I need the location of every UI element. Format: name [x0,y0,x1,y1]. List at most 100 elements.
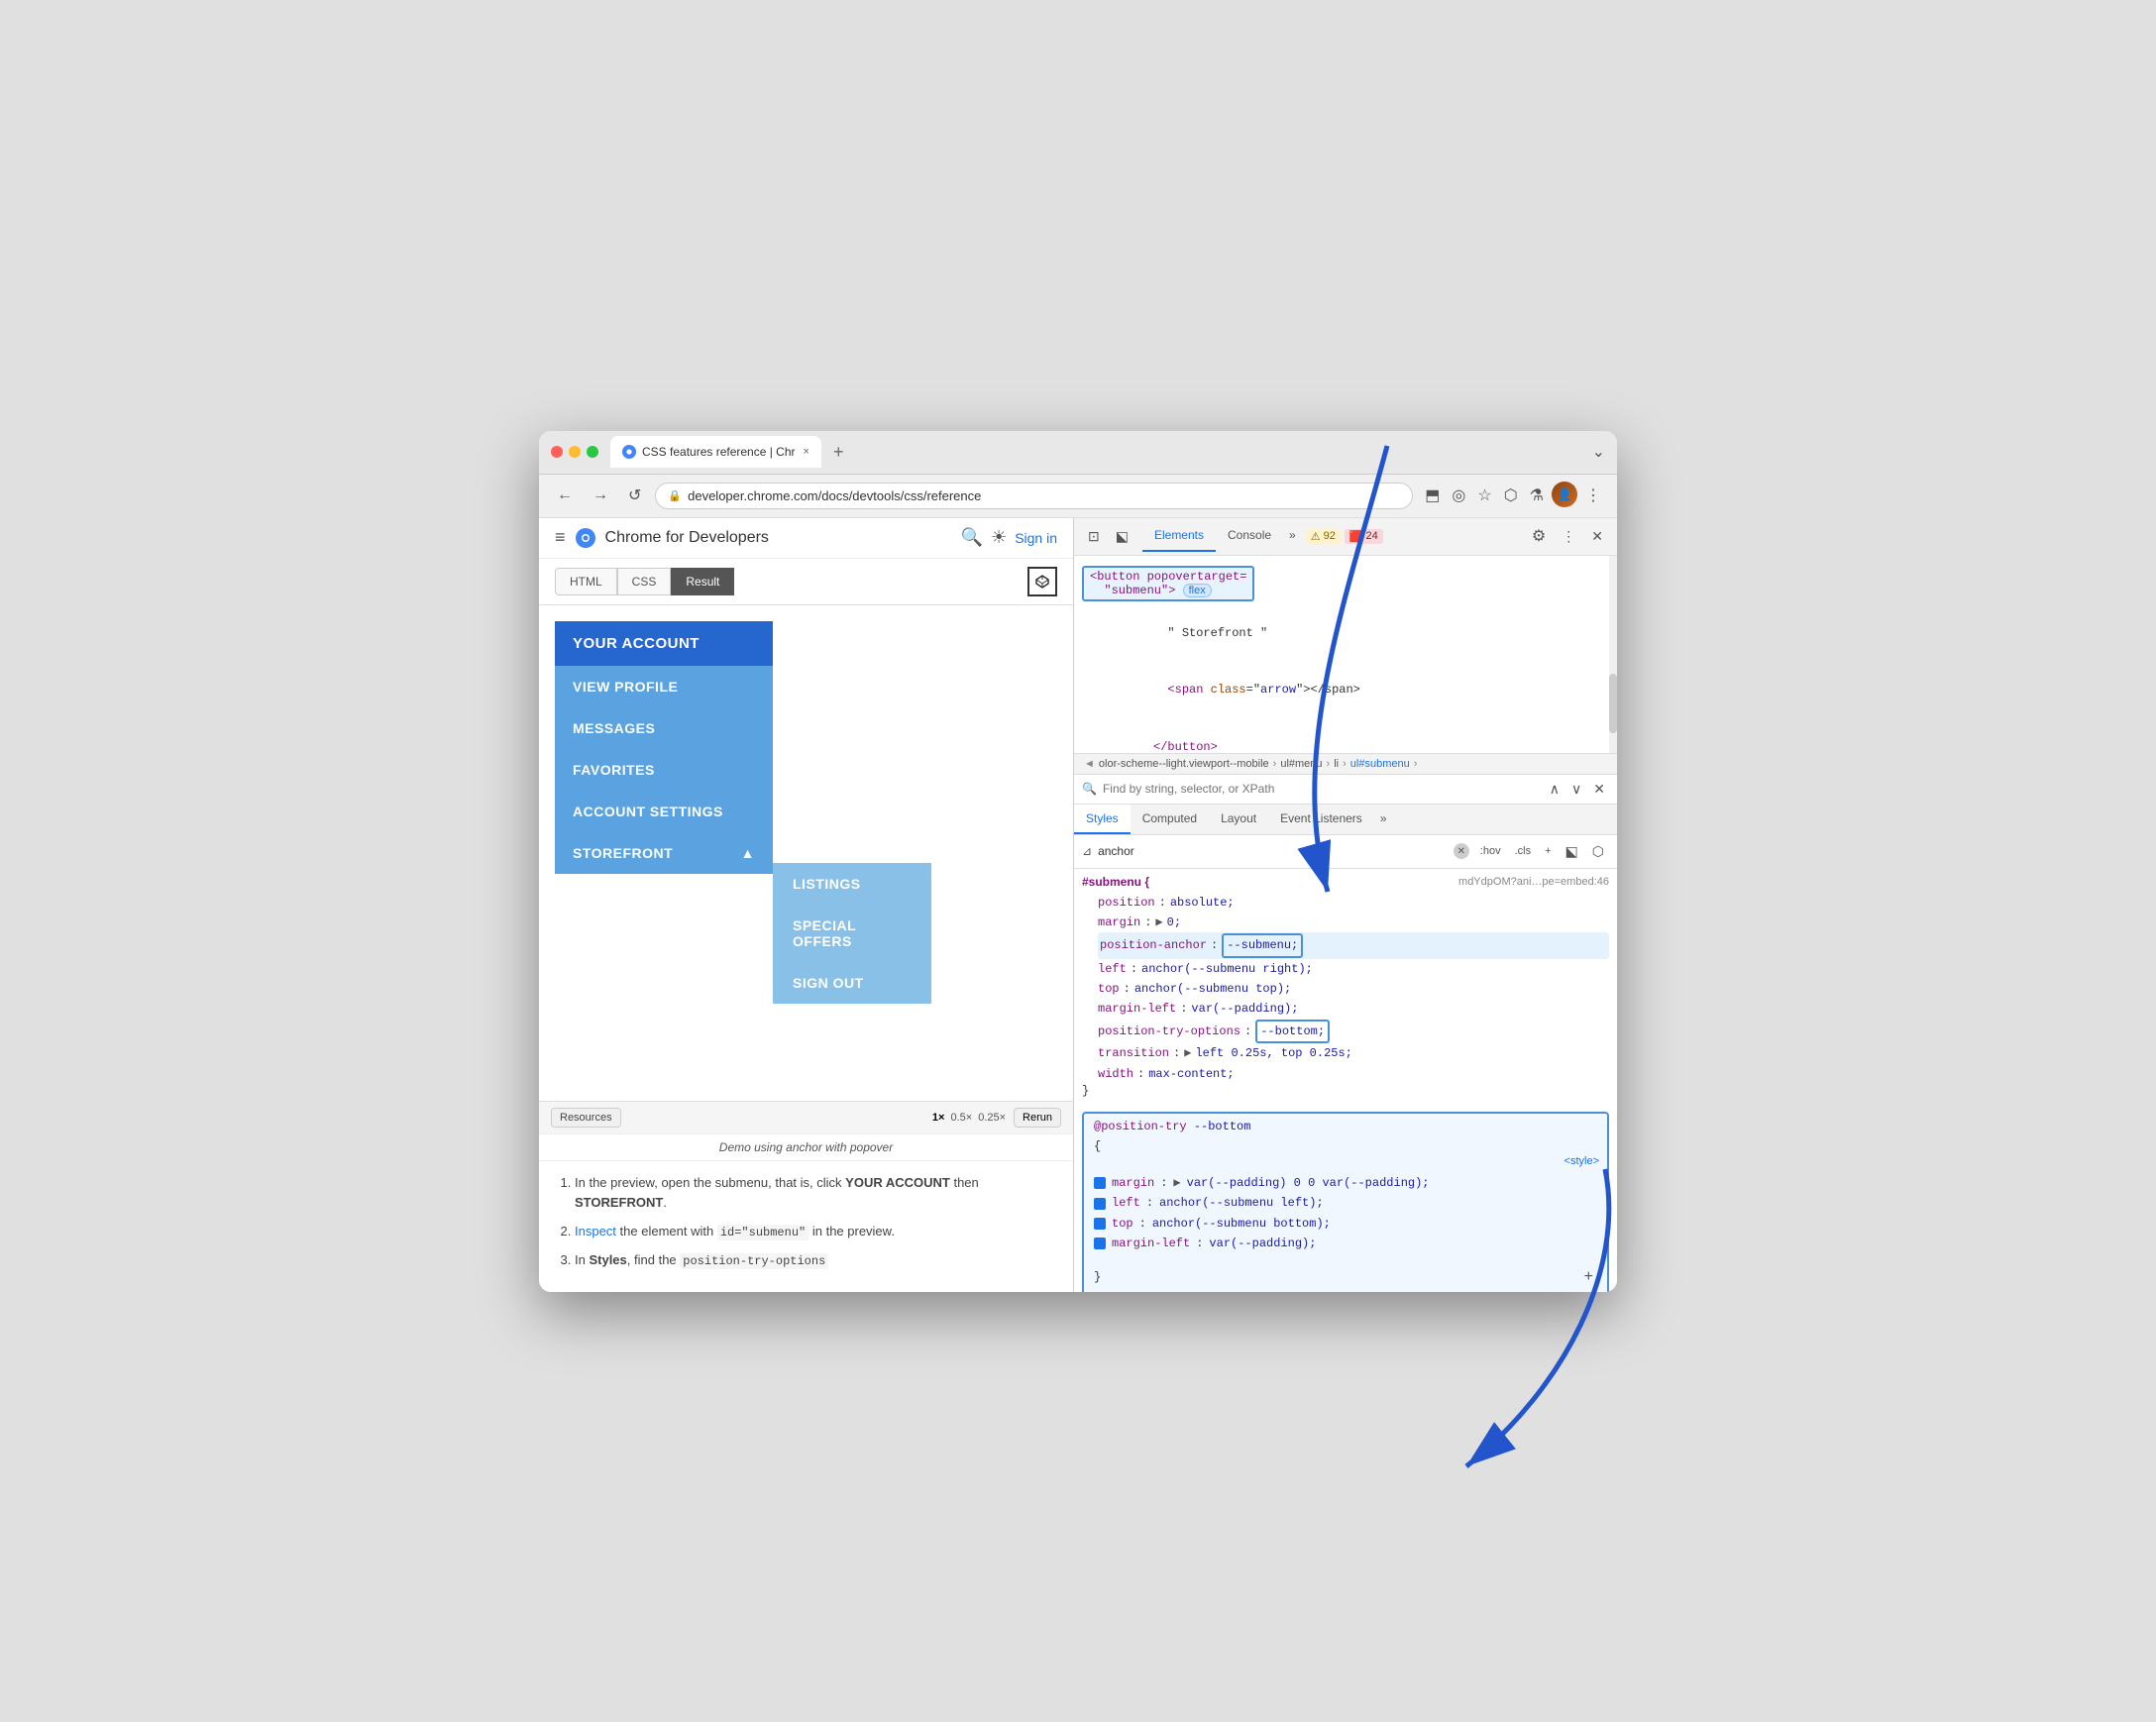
checkbox-3[interactable] [1094,1218,1106,1230]
tab-console[interactable]: Console [1216,520,1283,552]
position-try-section: @position-try --bottom { <style> margin … [1082,1112,1609,1291]
demo-title: Demo using anchor with popover [539,1133,1073,1160]
tab-styles[interactable]: Styles [1074,805,1131,834]
close-devtools-button[interactable]: ✕ [1585,524,1609,549]
more-options-button[interactable]: ⋮ [1556,524,1581,549]
browser-tab[interactable]: CSS features reference | Chr × [610,436,821,468]
search-input[interactable] [1103,782,1540,796]
tab-elements[interactable]: Elements [1142,520,1216,552]
nav-item-storefront[interactable]: STOREFRONT ▲ [555,832,773,874]
breadcrumb-back[interactable]: ◄ [1084,758,1095,770]
signin-button[interactable]: Sign in [1015,530,1057,546]
search-down[interactable]: ∨ [1567,779,1585,800]
pt-row-1: margin : ▶ var(--padding) 0 0 var(--padd… [1094,1173,1597,1193]
hamburger-menu[interactable]: ≡ [555,527,566,548]
rule-source[interactable]: mdYdpOM?ani…pe=embed:46 [1458,876,1609,888]
nav-item-account-settings[interactable]: ACCOUNT SETTINGS [555,791,773,832]
bc-li[interactable]: li [1334,758,1339,770]
filter-input[interactable] [1098,844,1448,858]
inspect-element-button[interactable]: ⊡ [1082,524,1106,549]
submenu-listings[interactable]: LISTINGS [773,863,931,905]
close-button[interactable] [551,446,563,458]
theme-button[interactable]: ☀ [991,527,1007,548]
add-property-button[interactable]: + [1580,1264,1597,1290]
tab-more[interactable]: » [1283,520,1302,552]
new-tab-button[interactable]: + [825,442,852,463]
scroll-thumb[interactable] [1609,674,1617,733]
submenu-special-offers[interactable]: SPECIAL OFFERS [773,905,931,962]
computed-btn[interactable]: ⬕ [1561,840,1583,863]
error-count: 24 [1366,530,1378,542]
position-try-value[interactable]: --bottom; [1255,1020,1330,1043]
tab-css[interactable]: CSS [617,568,672,595]
step1-text: In the preview, open the submenu, that i… [575,1175,979,1211]
settings-button[interactable]: ⚙ [1526,522,1552,550]
highlighted-element[interactable]: <button popovertarget= "submenu"> flex [1082,566,1254,601]
zoom-0-5x[interactable]: 0.5× [950,1112,972,1124]
zoom-0-25x[interactable]: 0.25× [978,1112,1006,1124]
filter-clear[interactable]: ✕ [1454,843,1469,859]
star-button[interactable]: ☆ [1473,482,1495,509]
forward-button[interactable]: → [587,483,614,508]
menu-button[interactable]: ⋮ [1581,482,1605,509]
device-toolbar-button[interactable]: ⬕ [1110,524,1134,549]
checkbox-1[interactable] [1094,1177,1106,1189]
tab-html[interactable]: HTML [555,568,617,595]
resources-button[interactable]: Resources [551,1108,621,1128]
toggle-btn[interactable]: ⬡ [1587,840,1609,863]
url-bar[interactable]: 🔒 developer.chrome.com/docs/devtools/css… [655,483,1413,509]
cls-btn[interactable]: .cls [1510,842,1537,860]
submenu-sign-out[interactable]: SIGN OUT [773,962,931,1004]
bc-color-scheme[interactable]: olor-scheme--light.viewport--mobile [1099,758,1269,770]
tab-result[interactable]: Result [671,568,734,595]
codepen-icon[interactable] [1027,567,1057,596]
pt-source-link[interactable]: <style> [1564,1155,1599,1167]
checkbox-2[interactable] [1094,1198,1106,1210]
profile-avatar[interactable]: 👤 [1552,482,1577,507]
account-nav: YOUR ACCOUNT VIEW PROFILE MESSAGES FAVOR… [555,621,773,874]
styles-tabs: Styles Computed Layout Event Listeners » [1074,805,1617,835]
reload-button[interactable]: ↺ [622,482,647,509]
back-button[interactable]: ← [551,483,579,508]
search-icon: 🔍 [1082,782,1097,797]
search-button[interactable]: 🔍 [961,527,983,548]
minimize-button[interactable] [569,446,581,458]
tab-layout[interactable]: Layout [1209,805,1268,834]
maximize-button[interactable] [587,446,598,458]
css-prop-position-try: position-try-options : --bottom; [1098,1020,1609,1043]
tab-close-button[interactable]: × [804,446,809,458]
tab-computed[interactable]: Computed [1131,805,1209,834]
rule-selector[interactable]: #submenu { [1082,875,1149,889]
pt-row-3: top : anchor(--submenu bottom); [1094,1214,1597,1234]
bc-ul-submenu[interactable]: ul#submenu [1350,758,1410,770]
scrollbar[interactable] [1609,556,1617,753]
nav-item-messages[interactable]: MESSAGES [555,707,773,749]
position-anchor-value[interactable]: --submenu; [1222,933,1303,957]
eye-button[interactable]: ◎ [1448,482,1469,509]
search-close[interactable]: ✕ [1589,779,1609,800]
cast-button[interactable]: ⬒ [1421,482,1444,509]
hover-state-btn[interactable]: :hov [1475,842,1506,860]
inspect-link[interactable]: Inspect [575,1224,616,1238]
tab-styles-more[interactable]: » [1374,805,1393,834]
checkbox-4[interactable] [1094,1238,1106,1249]
pt-source: <style> [1084,1155,1607,1171]
devtools-topbar: ⊡ ⬕ Elements Console » ⚠ 92 🟥 24 ⚙ ⋮ ✕ [1074,518,1617,556]
tab-event-listeners[interactable]: Event Listeners [1268,805,1374,834]
chrome-favicon [622,445,636,459]
css-prop-position-anchor: position-anchor : --submenu; [1098,932,1609,958]
search-up[interactable]: ∧ [1546,779,1563,800]
add-rule-btn[interactable]: + [1540,842,1556,860]
nav-item-favorites[interactable]: FAVORITES [555,749,773,791]
rerun-button[interactable]: Rerun [1014,1108,1061,1128]
flask-button[interactable]: ⚗ [1526,482,1548,509]
zoom-1x[interactable]: 1× [932,1112,945,1124]
nav-item-view-profile[interactable]: VIEW PROFILE [555,666,773,707]
tab-menu-button[interactable]: ⌄ [1592,442,1605,462]
styles-panel: Styles Computed Layout Event Listeners »… [1074,805,1617,1292]
tab-title: CSS features reference | Chr [642,445,796,459]
account-header[interactable]: YOUR ACCOUNT [555,621,773,666]
extension-button[interactable]: ⬡ [1500,482,1522,509]
bc-ul-menu[interactable]: ul#menu [1280,758,1322,770]
instructions: In the preview, open the submenu, that i… [539,1160,1073,1292]
